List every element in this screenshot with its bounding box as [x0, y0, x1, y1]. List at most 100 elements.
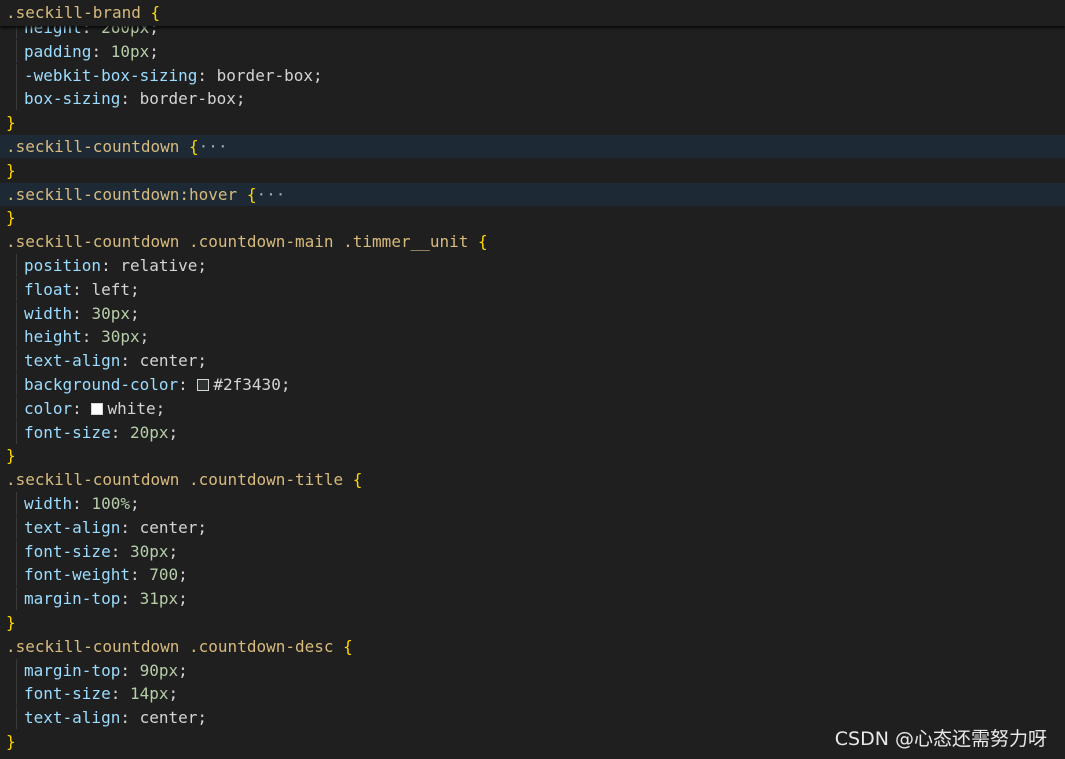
open-brace: { — [352, 470, 363, 490]
css-value: 10px — [110, 41, 150, 61]
css-property: margin-top — [24, 660, 121, 680]
css-value: 100% — [91, 494, 130, 513]
semicolon: ; — [129, 303, 140, 323]
css-selector: .seckill-countdown:hover — [6, 184, 238, 204]
code-line-declaration[interactable]: font-size: 14px; — [0, 682, 1065, 706]
colon: : — [72, 279, 92, 299]
open-brace: { — [478, 232, 488, 252]
semicolon: ; — [168, 684, 179, 704]
indent-guide — [16, 587, 17, 611]
css-value: 20px — [129, 422, 169, 442]
code-line-folded-rule[interactable]: .seckill-countdown:hover {··· — [0, 182, 1065, 206]
code-line-close-brace[interactable]: } — [0, 611, 1065, 634]
code-editor[interactable]: height: 260px; padding: 10px; -webkit-box-… — [0, 0, 1065, 759]
css-value: border-box — [216, 65, 313, 85]
code-line-declaration[interactable]: margin-top: 31px; — [0, 587, 1065, 611]
colon: : — [120, 708, 140, 728]
css-selector: .seckill-countdown .countdown-title — [6, 470, 344, 490]
code-line-folded-rule[interactable]: .seckill-countdown {··· — [0, 135, 1065, 158]
semicolon: ; — [149, 41, 159, 61]
colon: : — [72, 303, 92, 323]
css-property: padding — [24, 41, 92, 61]
css-value: white — [107, 398, 156, 418]
code-line-declaration[interactable]: height: 30px; — [0, 325, 1065, 349]
code-line-rule-open[interactable]: .seckill-countdown .countdown-desc { — [0, 635, 1065, 658]
close-brace: } — [6, 208, 16, 228]
code-line-declaration[interactable]: margin-top: 90px; — [0, 658, 1065, 682]
indent-guide — [16, 420, 17, 444]
code-line-close-brace[interactable]: } — [0, 206, 1065, 229]
colon: : — [120, 351, 140, 371]
code-line-declaration[interactable]: font-weight: 700; — [0, 563, 1065, 587]
code-line-declaration[interactable]: background-color: #2f3430; — [0, 373, 1065, 396]
indent-guide — [16, 277, 17, 301]
css-property: text-align — [24, 708, 121, 728]
colon: : — [120, 89, 140, 109]
indent-guide — [16, 87, 17, 111]
code-line-declaration[interactable]: float: left; — [0, 277, 1065, 301]
css-value: center — [139, 517, 198, 537]
css-value: 30px — [91, 303, 130, 323]
semicolon: ; — [197, 708, 208, 728]
indent-guide — [16, 254, 17, 277]
colon: : — [91, 41, 111, 61]
code-line-declaration[interactable]: text-align: center; — [0, 349, 1065, 373]
colon: : — [120, 589, 140, 609]
code-line-close-brace[interactable]: } — [0, 111, 1065, 134]
css-property: box-sizing — [24, 89, 121, 109]
css-value: 14px — [129, 684, 169, 704]
css-value: 700 — [149, 565, 179, 585]
semicolon: ; — [129, 494, 140, 513]
code-line-close-brace[interactable]: } — [0, 159, 1065, 182]
css-property: -webkit-box-sizing — [24, 65, 198, 85]
indent-guide — [16, 325, 17, 349]
close-brace: } — [6, 160, 16, 180]
color-swatch-icon[interactable] — [197, 379, 210, 391]
code-line-declaration[interactable]: color: white; — [0, 396, 1065, 420]
open-brace: { — [343, 636, 353, 656]
colon: : — [81, 327, 102, 347]
code-area[interactable]: height: 260px; padding: 10px; -webkit-box-… — [0, 0, 1065, 759]
css-selector: .seckill-countdown .countdown-main .timm… — [6, 232, 469, 252]
css-value: left — [91, 279, 130, 299]
folded-ellipsis-icon[interactable]: ··· — [256, 185, 285, 204]
folded-ellipsis-icon[interactable]: ··· — [199, 137, 228, 156]
code-line-declaration[interactable]: position: relative; — [0, 254, 1065, 277]
sticky-scroll-header[interactable]: .seckill-brand { — [0, 0, 1065, 26]
code-line-declaration[interactable]: width: 100%; — [0, 492, 1065, 515]
code-line-declaration[interactable]: -webkit-box-sizing: border-box; — [0, 63, 1065, 87]
code-line-declaration[interactable]: font-size: 30px; — [0, 539, 1065, 563]
close-brace: } — [6, 613, 16, 632]
semicolon: ; — [129, 279, 140, 299]
indent-guide — [16, 373, 17, 396]
semicolon: ; — [197, 351, 208, 371]
css-value: #2f3430 — [213, 375, 281, 394]
semicolon: ; — [139, 327, 150, 347]
code-line-declaration[interactable]: font-size: 20px; — [0, 420, 1065, 444]
semicolon: ; — [178, 565, 188, 585]
code-line-declaration[interactable]: box-sizing: border-box; — [0, 87, 1065, 111]
code-line-rule-open[interactable]: .seckill-countdown .countdown-main .timm… — [0, 230, 1065, 253]
colon: : — [72, 494, 92, 513]
indent-guide — [16, 301, 17, 325]
close-brace: } — [6, 446, 16, 466]
indent-guide — [16, 658, 17, 682]
css-property: height — [24, 327, 82, 347]
colon: : — [197, 65, 217, 85]
semicolon: ; — [312, 65, 323, 85]
css-property: font-size — [24, 684, 111, 704]
css-value: 90px — [139, 660, 179, 680]
code-line-declaration[interactable]: text-align: center; — [0, 515, 1065, 539]
code-line-declaration[interactable]: width: 30px; — [0, 301, 1065, 325]
color-swatch-icon[interactable] — [91, 402, 104, 415]
code-line-declaration[interactable]: padding: 10px; — [0, 39, 1065, 63]
code-line-rule-open[interactable]: .seckill-countdown .countdown-title { — [0, 468, 1065, 491]
css-value: relative — [120, 256, 198, 275]
code-line-close-brace[interactable]: } — [0, 444, 1065, 467]
css-property: float — [24, 279, 73, 299]
semicolon: ; — [178, 660, 188, 680]
